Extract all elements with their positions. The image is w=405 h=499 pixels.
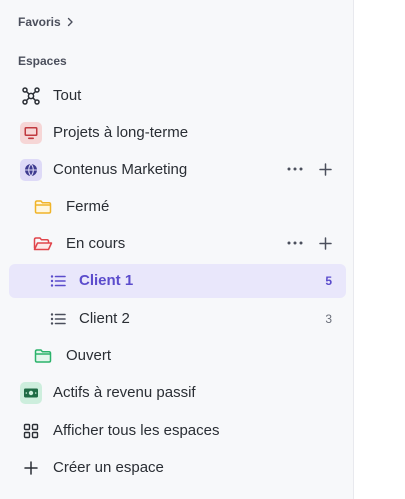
more-icon[interactable]: [286, 234, 304, 252]
plus-icon: [20, 457, 42, 479]
more-icon[interactable]: [286, 160, 304, 178]
sidebar-item-client-2[interactable]: Client 2 3: [9, 302, 346, 336]
sidebar-item-ouvert[interactable]: Ouvert: [9, 339, 346, 373]
list-icon: [47, 308, 69, 330]
sidebar-item-label: Créer un espace: [53, 459, 164, 476]
sidebar-item-label: Ouvert: [66, 347, 112, 364]
sidebar-item-en-cours[interactable]: En cours: [9, 227, 346, 261]
sidebar-item-ferme[interactable]: Fermé: [9, 190, 346, 224]
money-icon: [20, 382, 42, 404]
hierarchy-icon: [20, 85, 42, 107]
row-actions: [286, 160, 334, 178]
sidebar-item-label: Projets à long-terme: [53, 124, 189, 141]
sidebar-item-contenus-marketing[interactable]: Contenus Marketing: [9, 153, 346, 187]
sidebar-item-label: Afficher tous les espaces: [53, 422, 220, 439]
spaces-header: Espaces: [18, 54, 67, 68]
sidebar-item-label: Tout: [53, 87, 82, 104]
create-space-button[interactable]: Créer un espace: [9, 451, 346, 485]
chevron-right-icon: [67, 17, 73, 27]
favorites-header[interactable]: Favoris: [18, 15, 75, 29]
monitor-icon: [20, 122, 42, 144]
sidebar: Favoris Espaces Tout Projets à long-term…: [0, 0, 354, 499]
main-content-area: [355, 0, 405, 499]
folder-icon: [32, 196, 54, 218]
plus-icon[interactable]: [316, 234, 334, 252]
item-count: 5: [325, 274, 332, 288]
folder-open-icon: [32, 233, 54, 255]
sidebar-item-tout[interactable]: Tout: [9, 79, 346, 113]
folder-icon: [32, 345, 54, 367]
grid-icon: [20, 420, 42, 442]
sidebar-item-label: Fermé: [66, 198, 110, 215]
plus-icon[interactable]: [316, 160, 334, 178]
spaces-label: Espaces: [18, 54, 67, 68]
favorites-label: Favoris: [18, 15, 61, 29]
globe-icon: [20, 159, 42, 181]
sidebar-item-label: Actifs à revenu passif: [53, 384, 196, 401]
row-actions: [286, 234, 334, 252]
show-all-spaces-button[interactable]: Afficher tous les espaces: [9, 414, 346, 448]
sidebar-item-label: Client 1: [79, 272, 134, 289]
sidebar-item-label: Client 2: [79, 310, 130, 327]
item-count: 3: [325, 312, 332, 326]
sidebar-item-label: En cours: [66, 235, 126, 252]
list-icon: [47, 270, 69, 292]
sidebar-item-label: Contenus Marketing: [53, 161, 188, 178]
sidebar-item-client-1[interactable]: Client 1 5: [9, 264, 346, 298]
sidebar-item-actifs[interactable]: Actifs à revenu passif: [9, 376, 346, 410]
sidebar-item-projets[interactable]: Projets à long-terme: [9, 116, 346, 150]
